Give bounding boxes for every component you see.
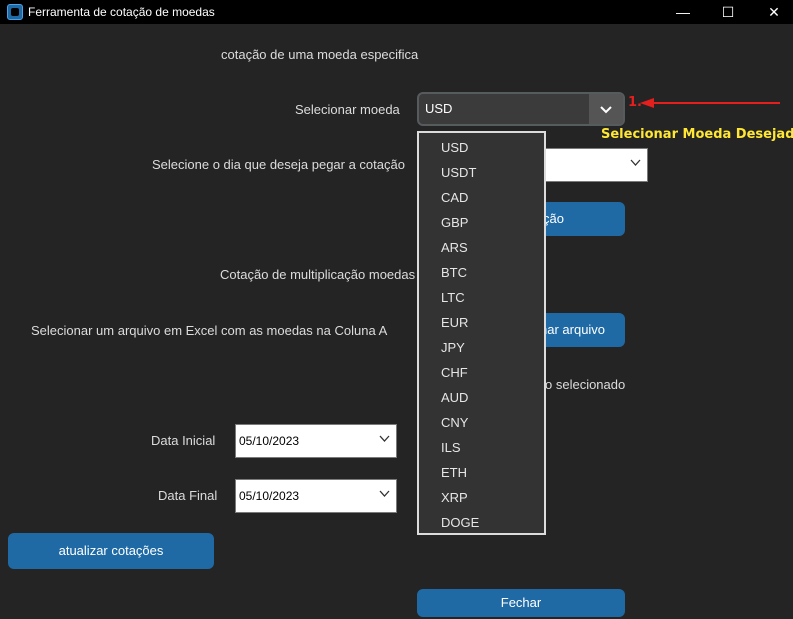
select-day-label: Selecione o dia que deseja pegar a cotaç… bbox=[152, 157, 405, 172]
currency-option-eur[interactable]: EUR bbox=[441, 315, 468, 330]
currency-option-aud[interactable]: AUD bbox=[441, 390, 468, 405]
specific-quote-heading: cotação de uma moeda especifica bbox=[221, 47, 419, 62]
currency-option-chf[interactable]: CHF bbox=[441, 365, 468, 380]
annotation-text: Selecionar Moeda Desejada. bbox=[601, 127, 793, 142]
currency-option-eth[interactable]: ETH bbox=[441, 465, 467, 480]
select-file-button-label: nar arquivo bbox=[540, 322, 606, 337]
start-date-value: 05/10/2023 bbox=[239, 434, 300, 448]
title-bar: Ferramenta de cotação de moedas — ☐ ✕ bbox=[0, 0, 793, 24]
chevron-down-icon bbox=[630, 159, 641, 166]
close-button[interactable]: Fechar bbox=[417, 589, 625, 617]
get-quote-button-label: ção bbox=[543, 211, 564, 226]
chevron-down-icon[interactable] bbox=[379, 490, 390, 498]
currency-option-ltc[interactable]: LTC bbox=[441, 290, 465, 305]
end-date-label: Data Final bbox=[158, 488, 218, 503]
chevron-down-icon[interactable] bbox=[379, 435, 390, 443]
start-date-label: Data Inicial bbox=[151, 433, 216, 448]
file-status-text: o selecionado bbox=[545, 377, 626, 392]
currency-option-gbp[interactable]: GBP bbox=[441, 215, 468, 230]
maximize-button[interactable]: ☐ bbox=[706, 0, 750, 24]
update-quotes-button[interactable]: atualizar cotações bbox=[8, 533, 214, 569]
currency-combobox-value: USD bbox=[425, 101, 453, 116]
currency-option-ars[interactable]: ARS bbox=[441, 240, 468, 255]
select-excel-label: Selecionar um arquivo em Excel com as mo… bbox=[31, 323, 388, 338]
app-icon bbox=[7, 4, 23, 20]
currency-option-usdt[interactable]: USDT bbox=[441, 165, 476, 180]
select-currency-label: Selecionar moeda bbox=[295, 102, 400, 117]
annotation-arrow-icon bbox=[640, 98, 780, 108]
currency-combobox[interactable]: USD bbox=[417, 92, 625, 126]
currency-option-btc[interactable]: BTC bbox=[441, 265, 467, 280]
currency-option-ils[interactable]: ILS bbox=[441, 440, 461, 455]
currency-option-xrp[interactable]: XRP bbox=[441, 490, 468, 505]
currency-option-usd[interactable]: USD bbox=[441, 140, 468, 155]
end-date-value: 05/10/2023 bbox=[239, 489, 300, 503]
currency-option-cad[interactable]: CAD bbox=[441, 190, 468, 205]
currency-dropdown-list: USD USDT CAD GBP ARS BTC LTC EUR JPY CHF AUD CNY ILS… bbox=[417, 131, 546, 535]
multiplication-heading: Cotação de multiplicação moedas bbox=[220, 267, 416, 282]
currency-option-cny[interactable]: CNY bbox=[441, 415, 468, 430]
close-window-button[interactable]: ✕ bbox=[752, 0, 793, 24]
currency-option-jpy[interactable]: JPY bbox=[441, 340, 465, 355]
minimize-button[interactable]: — bbox=[661, 0, 705, 24]
currency-option-doge[interactable]: DOGE bbox=[441, 515, 479, 530]
chevron-down-icon bbox=[600, 106, 612, 114]
start-date-picker[interactable]: 05/10/2023 bbox=[235, 424, 397, 458]
combobox-arrow-button[interactable] bbox=[589, 94, 623, 124]
quote-day-picker[interactable] bbox=[544, 148, 648, 182]
end-date-picker[interactable]: 05/10/2023 bbox=[235, 479, 397, 513]
window-title: Ferramenta de cotação de moedas bbox=[28, 5, 215, 19]
